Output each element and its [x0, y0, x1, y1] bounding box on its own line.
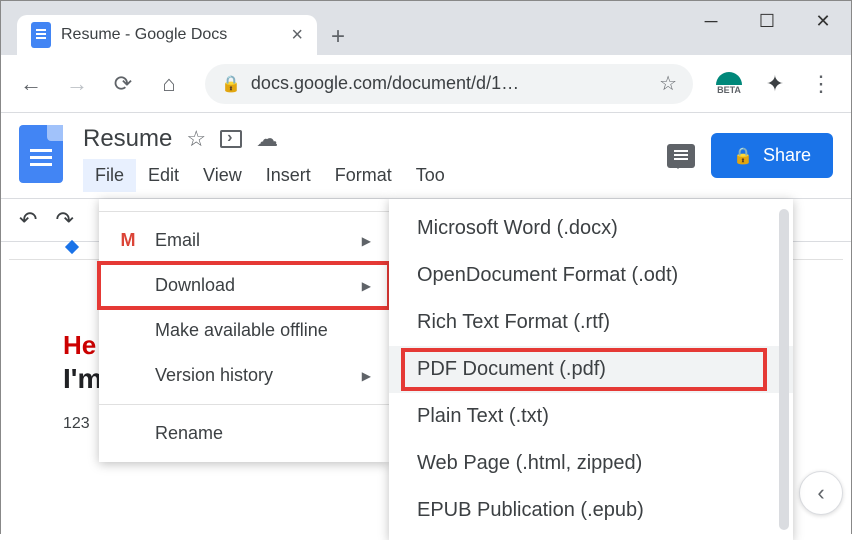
beta-extension-icon[interactable]: BETA — [711, 72, 747, 95]
menu-item-download[interactable]: Download ▶ — [99, 263, 389, 308]
tab-title: Resume - Google Docs — [61, 26, 281, 44]
menu-edit[interactable]: Edit — [136, 159, 191, 192]
submenu-arrow-icon: ▶ — [362, 234, 371, 248]
home-button[interactable]: ⌂ — [151, 66, 187, 102]
lock-icon: 🔒 — [733, 146, 753, 166]
bookmark-star-icon[interactable]: ☆ — [659, 71, 677, 96]
browser-menu-icon[interactable]: ⋮ — [803, 66, 839, 102]
download-pdf[interactable]: PDF Document (.pdf) — [389, 346, 793, 393]
new-tab-button[interactable]: + — [331, 23, 345, 51]
move-document-icon[interactable] — [220, 130, 242, 148]
reload-button[interactable]: ⟳ — [105, 66, 141, 102]
close-tab-icon[interactable]: × — [291, 24, 303, 47]
redo-icon[interactable]: ↷ — [55, 207, 73, 233]
extensions-icon[interactable]: ✦ — [757, 66, 793, 102]
download-epub[interactable]: EPUB Publication (.epub) — [389, 487, 793, 534]
download-odt[interactable]: OpenDocument Format (.odt) — [389, 252, 793, 299]
download-txt[interactable]: Plain Text (.txt) — [389, 393, 793, 440]
minimize-button[interactable]: ─ — [683, 1, 739, 41]
menu-insert[interactable]: Insert — [254, 159, 323, 192]
url-text: docs.google.com/document/d/1… — [251, 73, 649, 94]
explore-button[interactable]: ‹ — [799, 471, 843, 515]
cloud-status-icon[interactable]: ☁ — [256, 126, 278, 152]
menu-label: Version history — [155, 365, 273, 386]
download-html[interactable]: Web Page (.html, zipped) — [389, 440, 793, 487]
submenu-arrow-icon: ▶ — [362, 369, 371, 383]
download-docx[interactable]: Microsoft Word (.docx) — [389, 205, 793, 252]
submenu-scrollbar[interactable] — [779, 209, 789, 530]
menu-format[interactable]: Format — [323, 159, 404, 192]
docs-logo-icon[interactable] — [19, 125, 63, 183]
menu-label: Email — [155, 230, 200, 251]
menu-label: Download — [155, 275, 235, 296]
star-document-icon[interactable]: ☆ — [186, 126, 206, 152]
close-window-button[interactable]: ✕ — [795, 1, 851, 41]
comments-icon[interactable] — [667, 144, 695, 168]
maximize-button[interactable]: ☐ — [739, 1, 795, 41]
menu-label: Rename — [155, 423, 223, 444]
download-submenu: Microsoft Word (.docx) OpenDocument Form… — [389, 199, 793, 540]
menu-view[interactable]: View — [191, 159, 254, 192]
back-button[interactable]: ← — [13, 66, 49, 102]
lock-icon: 🔒 — [221, 74, 241, 94]
menu-item-version-history[interactable]: Version history ▶ — [99, 353, 389, 398]
undo-icon[interactable]: ↶ — [19, 207, 37, 233]
menu-tools[interactable]: Too — [404, 159, 457, 192]
gmail-icon: M — [117, 230, 139, 251]
menu-label: Make available offline — [155, 320, 328, 341]
share-button[interactable]: 🔒 Share — [711, 133, 833, 178]
window-titlebar: Resume - Google Docs × + ─ ☐ ✕ — [1, 1, 851, 55]
menu-file[interactable]: File — [83, 159, 136, 192]
forward-button[interactable]: → — [59, 66, 95, 102]
docs-menubar: File Edit View Insert Format Too — [83, 159, 667, 192]
docs-app: Resume ☆ ☁ File Edit View Insert Format … — [1, 113, 851, 535]
docs-header: Resume ☆ ☁ File Edit View Insert Format … — [1, 113, 851, 192]
submenu-arrow-icon: ▶ — [362, 279, 371, 293]
menu-item-email[interactable]: M Email ▶ — [99, 218, 389, 263]
download-rtf[interactable]: Rich Text Format (.rtf) — [389, 299, 793, 346]
browser-tab[interactable]: Resume - Google Docs × — [17, 15, 317, 55]
google-docs-icon — [31, 22, 51, 48]
browser-toolbar: ← → ⟳ ⌂ 🔒 docs.google.com/document/d/1… … — [1, 55, 851, 113]
window-controls: ─ ☐ ✕ — [683, 1, 851, 41]
menu-item-rename[interactable]: Rename — [99, 411, 389, 456]
menu-item-offline[interactable]: Make available offline — [99, 308, 389, 353]
address-bar[interactable]: 🔒 docs.google.com/document/d/1… ☆ — [205, 64, 693, 104]
file-menu-dropdown: M Email ▶ Download ▶ Make available offl… — [99, 199, 389, 462]
share-label: Share — [763, 145, 811, 166]
document-title[interactable]: Resume — [83, 125, 172, 153]
